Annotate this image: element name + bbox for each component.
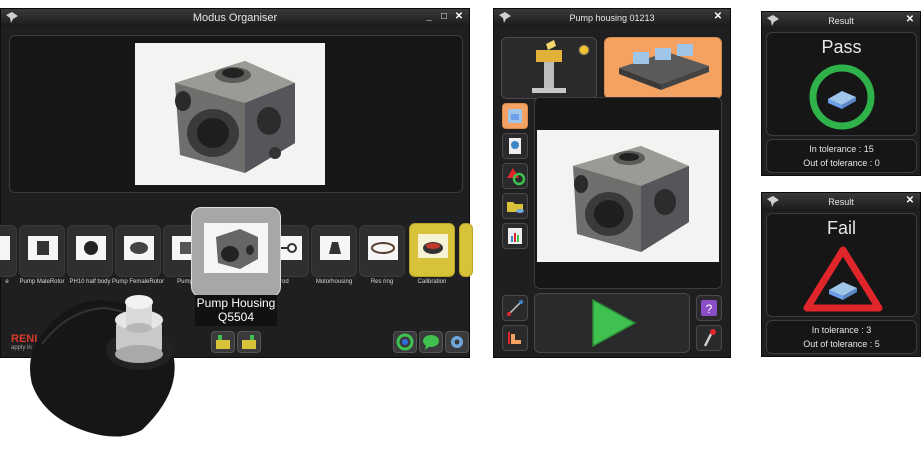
runner-image-panel	[534, 97, 722, 289]
shapes-tool[interactable]	[502, 163, 528, 189]
document-icon	[509, 138, 521, 154]
result-pass-window: Result ✕ Pass In tolerance : 15 Out of t…	[761, 11, 921, 176]
probe-settings-button[interactable]	[696, 325, 722, 351]
runner-part-image	[537, 130, 719, 262]
selected-part-tile[interactable]	[191, 207, 281, 297]
pump-housing-image	[537, 130, 719, 262]
report-chart-icon	[508, 228, 522, 244]
result-fail-window: Result ✕ Fail In tolerance : 3 Out of to…	[761, 192, 921, 357]
chat-icon	[423, 335, 439, 350]
organiser-titlebar: Modus Organiser _ □ ✕	[1, 9, 469, 27]
shapes-icon	[507, 168, 526, 186]
probe-logo-icon	[499, 12, 511, 23]
chat-button[interactable]	[419, 331, 443, 353]
result-pass-titlebar: Result ✕	[762, 12, 920, 30]
part-fixture-icon	[619, 44, 709, 90]
carousel-tile-0[interactable]	[0, 225, 17, 277]
probe-logo-icon	[767, 196, 779, 207]
minimize-button[interactable]: _	[423, 11, 435, 23]
pass-verdict-panel: Pass	[766, 32, 917, 136]
pass-verdict-text: Pass	[821, 37, 862, 57]
svg-text:?: ?	[706, 302, 713, 316]
run-button[interactable]	[534, 293, 690, 353]
folder-arrow-icon	[216, 335, 230, 349]
runner-close-button[interactable]: ✕	[712, 11, 724, 23]
carousel-tile-calibration[interactable]	[409, 223, 455, 277]
image-icon	[508, 109, 522, 123]
folder-icon	[507, 202, 524, 213]
carousel-label-8: Calibration	[417, 279, 447, 285]
sync-icon	[396, 333, 414, 351]
folder-tool[interactable]	[502, 193, 528, 219]
result-pass-close-button[interactable]: ✕	[904, 14, 916, 26]
pump-housing-image	[135, 43, 325, 185]
carousel-tile-7[interactable]	[359, 225, 405, 277]
selected-part-code: Q5504	[217, 310, 255, 324]
sync-button[interactable]	[393, 331, 417, 353]
pass-out-tolerance: Out of tolerance : 0	[803, 158, 880, 168]
result-fail-titlebar: Result ✕	[762, 193, 920, 211]
result-fail-title: Result	[828, 197, 854, 207]
play-icon	[592, 298, 637, 348]
probe-logo-icon	[767, 15, 779, 26]
carousel-tile-2[interactable]	[67, 225, 113, 277]
runner-window: Pump housing 01213 ✕ ?	[493, 8, 731, 358]
gear-icon	[451, 336, 463, 348]
folder-export-icon	[242, 335, 256, 349]
runner-titlebar: Pump housing 01213 ✕	[494, 9, 730, 27]
probe-mode-button[interactable]	[501, 37, 597, 99]
document-tool[interactable]	[502, 133, 528, 159]
fail-in-tolerance: In tolerance : 3	[811, 325, 872, 335]
maximize-button[interactable]: □	[438, 11, 450, 23]
hand-probe-icon	[508, 332, 521, 344]
organiser-title: Modus Organiser	[192, 12, 278, 24]
carousel-tile-3[interactable]	[115, 225, 161, 277]
probe-logo-icon	[6, 12, 18, 23]
preview-panel	[9, 35, 463, 193]
carousel-tile-6[interactable]	[311, 225, 357, 277]
selected-part-label: Pump Housing Q5504	[195, 295, 277, 326]
settings-button[interactable]	[445, 331, 469, 353]
selected-part-name: Pump Housing	[196, 296, 276, 310]
align-tool[interactable]	[502, 295, 528, 321]
result-fail-close-button[interactable]: ✕	[904, 195, 916, 207]
probe-touch-tool[interactable]	[502, 325, 528, 351]
close-button[interactable]: ✕	[453, 11, 465, 23]
view-image-tool[interactable]	[502, 103, 528, 129]
result-pass-title: Result	[828, 16, 854, 26]
axis-align-icon	[507, 300, 523, 316]
import-part-button[interactable]	[211, 331, 235, 353]
joystick-controller-image	[30, 295, 175, 437]
selected-part-thumb	[204, 223, 268, 273]
help-icon: ?	[701, 300, 717, 316]
carousel-tile-next[interactable]	[459, 223, 473, 277]
part-preview-image	[135, 43, 325, 185]
probe-stand-icon	[532, 40, 590, 93]
fail-verdict-text: Fail	[826, 218, 856, 238]
pass-stats-panel: In tolerance : 15 Out of tolerance : 0	[766, 139, 917, 173]
pass-in-tolerance: In tolerance : 15	[809, 144, 874, 154]
probe-settings-icon	[703, 329, 716, 347]
export-part-button[interactable]	[237, 331, 261, 353]
fail-out-tolerance: Out of tolerance : 5	[803, 339, 880, 349]
part-mode-button[interactable]	[604, 37, 722, 99]
fail-triangle-icon	[803, 246, 883, 312]
fail-stats-panel: In tolerance : 3 Out of tolerance : 5	[766, 320, 917, 354]
runner-title: Pump housing 01213	[569, 13, 655, 23]
fail-verdict-panel: Fail	[766, 213, 917, 317]
carousel-tile-1[interactable]	[19, 225, 65, 277]
report-tool[interactable]	[502, 223, 528, 249]
pass-circle-icon	[809, 64, 875, 130]
help-button[interactable]: ?	[696, 295, 722, 321]
